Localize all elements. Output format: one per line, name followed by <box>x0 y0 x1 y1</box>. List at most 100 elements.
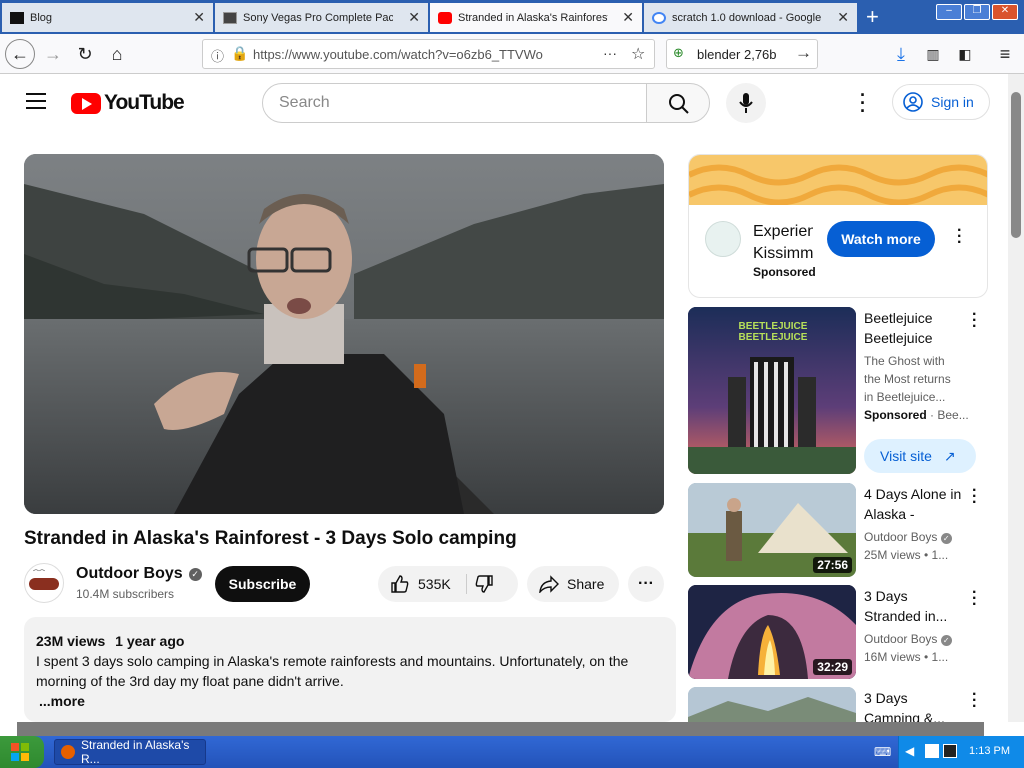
like-button[interactable]: 535K <box>378 566 466 602</box>
account-circle-icon <box>903 92 923 112</box>
advertiser-avatar <box>705 221 741 257</box>
share-label: Share <box>567 576 605 592</box>
related-title-line: 3 Days <box>864 588 908 604</box>
verified-check-icon: ✓ <box>188 567 202 581</box>
library-icon[interactable]: ▥ <box>918 39 948 69</box>
windows-logo-icon <box>11 743 29 761</box>
verified-check-icon: ✓ <box>940 533 952 544</box>
channel-name-row[interactable]: Outdoor Boys ✓ <box>76 565 202 583</box>
related-info[interactable]: 3 Days Camping &... <box>864 688 970 722</box>
ad-pattern-image <box>689 164 987 206</box>
close-tab-icon[interactable]: ✕ <box>193 9 205 26</box>
tray-app-icon[interactable] <box>943 744 957 758</box>
new-tab-icon[interactable]: + <box>866 4 879 30</box>
sidebar-ad-card[interactable]: Experien Kissimm Sponsored Watch more · ·… <box>688 154 988 298</box>
taskbar-clock[interactable]: 1:13 PM <box>969 745 1010 757</box>
related-title-line: Alaska - <box>864 506 915 522</box>
subscribe-button[interactable]: Subscribe <box>215 566 310 602</box>
close-window-icon[interactable]: ✕ <box>992 4 1018 20</box>
related-kebab-icon[interactable]: · · · <box>972 585 977 613</box>
ad-title: Experien Kissimm <box>753 221 813 265</box>
tab-sony-vegas[interactable]: Sony Vegas Pro Complete Pack ✕ <box>215 3 428 32</box>
sponsored-title-line: Beetlejuice <box>864 330 933 346</box>
wiki-favicon-icon <box>223 11 237 24</box>
taskbar-firefox-task[interactable]: Stranded in Alaska's R... <box>54 738 206 766</box>
related-meta: 25M views • 1... <box>864 548 949 562</box>
dislike-button[interactable] <box>474 574 494 597</box>
close-tab-icon[interactable]: ✕ <box>837 9 849 26</box>
search-box-value[interactable]: blender 2,76b <box>697 47 777 62</box>
search-input[interactable]: Search <box>262 83 647 123</box>
back-icon[interactable]: ← <box>5 39 35 69</box>
close-tab-icon[interactable]: ✕ <box>622 9 634 26</box>
description-more-link[interactable]: ...more <box>39 691 664 711</box>
more-actions-button[interactable]: ··· <box>628 566 664 602</box>
reload-icon[interactable]: ↻ <box>70 39 100 69</box>
channel-name[interactable]: Outdoor Boys <box>76 565 183 583</box>
ad-kebab-icon[interactable]: · · · <box>957 223 962 251</box>
guide-menu-icon[interactable] <box>26 93 46 109</box>
related-title-line: 4 Days Alone in <box>864 486 962 502</box>
url-bar[interactable]: ⓘ 🔒 https://www.youtube.com/watch?v=o6zb… <box>202 39 655 69</box>
forward-icon[interactable]: → <box>38 39 68 69</box>
sponsored-kebab-icon[interactable]: · · · <box>972 307 977 335</box>
tray-app-icon[interactable] <box>925 744 939 758</box>
close-tab-icon[interactable]: ✕ <box>408 9 420 26</box>
download-icon[interactable]: ⤓ <box>886 39 916 69</box>
youtube-logo[interactable]: YouTube <box>71 91 185 115</box>
tab-blog[interactable]: Blog ✕ <box>2 3 213 32</box>
related-info[interactable]: 3 Days Stranded in... Outdoor Boys ✓ 16M… <box>864 586 970 666</box>
settings-kebab-icon[interactable]: · · · <box>860 86 866 120</box>
tab-google-search[interactable]: scratch 1.0 download - Google S ✕ <box>644 3 857 32</box>
ad-sponsored-label: Sponsored <box>753 265 816 279</box>
sponsored-label: Sponsored <box>864 408 927 422</box>
description-box[interactable]: 23M views 1 year ago I spent 3 days solo… <box>24 617 676 722</box>
related-thumbnail[interactable]: 27:56 <box>688 483 856 577</box>
browser-search-box[interactable]: ⊕ blender 2,76b → <box>666 39 818 69</box>
minimize-icon[interactable]: – <box>936 4 962 20</box>
video-duration: 27:56 <box>813 557 852 573</box>
search-engine-icon: ⊕ <box>673 45 684 60</box>
page-actions-icon[interactable]: ··· <box>603 45 617 61</box>
related-info[interactable]: 4 Days Alone in Alaska - Outdoor Boys ✓ … <box>864 484 970 564</box>
tab-title: scratch 1.0 download - Google S <box>672 11 822 24</box>
blog-favicon-icon <box>10 11 24 24</box>
search-placeholder: Search <box>279 94 330 111</box>
firefox-icon <box>61 745 75 759</box>
share-button[interactable]: Share <box>527 566 619 602</box>
voice-search-button[interactable] <box>726 83 766 123</box>
sponsored-thumbnail[interactable]: BEETLEJUICE BEETLEJUICE <box>688 307 856 474</box>
home-icon[interactable]: ⌂ <box>102 39 132 69</box>
horizontal-scrollbar[interactable] <box>17 722 984 736</box>
bookmark-star-icon[interactable]: ☆ <box>631 44 645 64</box>
tray-arrow-icon[interactable]: ◀ <box>905 744 914 758</box>
related-kebab-icon[interactable]: · · · <box>972 483 977 511</box>
tray-network-icon[interactable]: ⌨ <box>874 745 891 759</box>
ad-banner <box>689 155 987 206</box>
scrollbar-thumb[interactable] <box>1011 92 1021 238</box>
related-thumbnail[interactable] <box>688 687 856 722</box>
ad-watch-more-button[interactable]: Watch more <box>827 221 935 257</box>
menu-hamburger-icon[interactable]: ≡ <box>990 39 1020 69</box>
search-go-icon[interactable]: → <box>795 43 812 63</box>
youtube-header: YouTube Search · · · Sign in <box>0 74 1008 132</box>
window-controls: – ❐ ✕ <box>936 4 1020 22</box>
search-button[interactable] <box>646 83 710 123</box>
sidebar-toggle-icon[interactable]: ◧ <box>950 39 980 69</box>
browser-navbar: ← → ↻ ⌂ ⓘ 🔒 https://www.youtube.com/watc… <box>0 34 1024 74</box>
related-kebab-icon[interactable]: · · · <box>972 687 977 715</box>
visit-site-button[interactable]: Visit site ↗ <box>864 439 976 473</box>
start-button[interactable] <box>0 736 44 768</box>
info-icon[interactable]: ⓘ <box>211 46 224 65</box>
url-text[interactable]: https://www.youtube.com/watch?v=o6zb6_TT… <box>253 47 543 62</box>
restore-icon[interactable]: ❐ <box>964 4 990 20</box>
channel-avatar[interactable]: ⌒⌒ <box>24 563 64 603</box>
related-thumbnail[interactable]: 32:29 <box>688 585 856 679</box>
video-player[interactable] <box>24 154 664 514</box>
vertical-scrollbar[interactable] <box>1008 74 1024 722</box>
tab-youtube-active[interactable]: Stranded in Alaska's Rainforest ✕ <box>430 3 642 32</box>
sponsored-info[interactable]: Beetlejuice Beetlejuice The Ghost with t… <box>864 308 968 424</box>
sign-in-button[interactable]: Sign in <box>892 84 990 120</box>
more-horizontal-icon: ··· <box>638 575 654 592</box>
related-title-line: Camping &... <box>864 710 945 722</box>
